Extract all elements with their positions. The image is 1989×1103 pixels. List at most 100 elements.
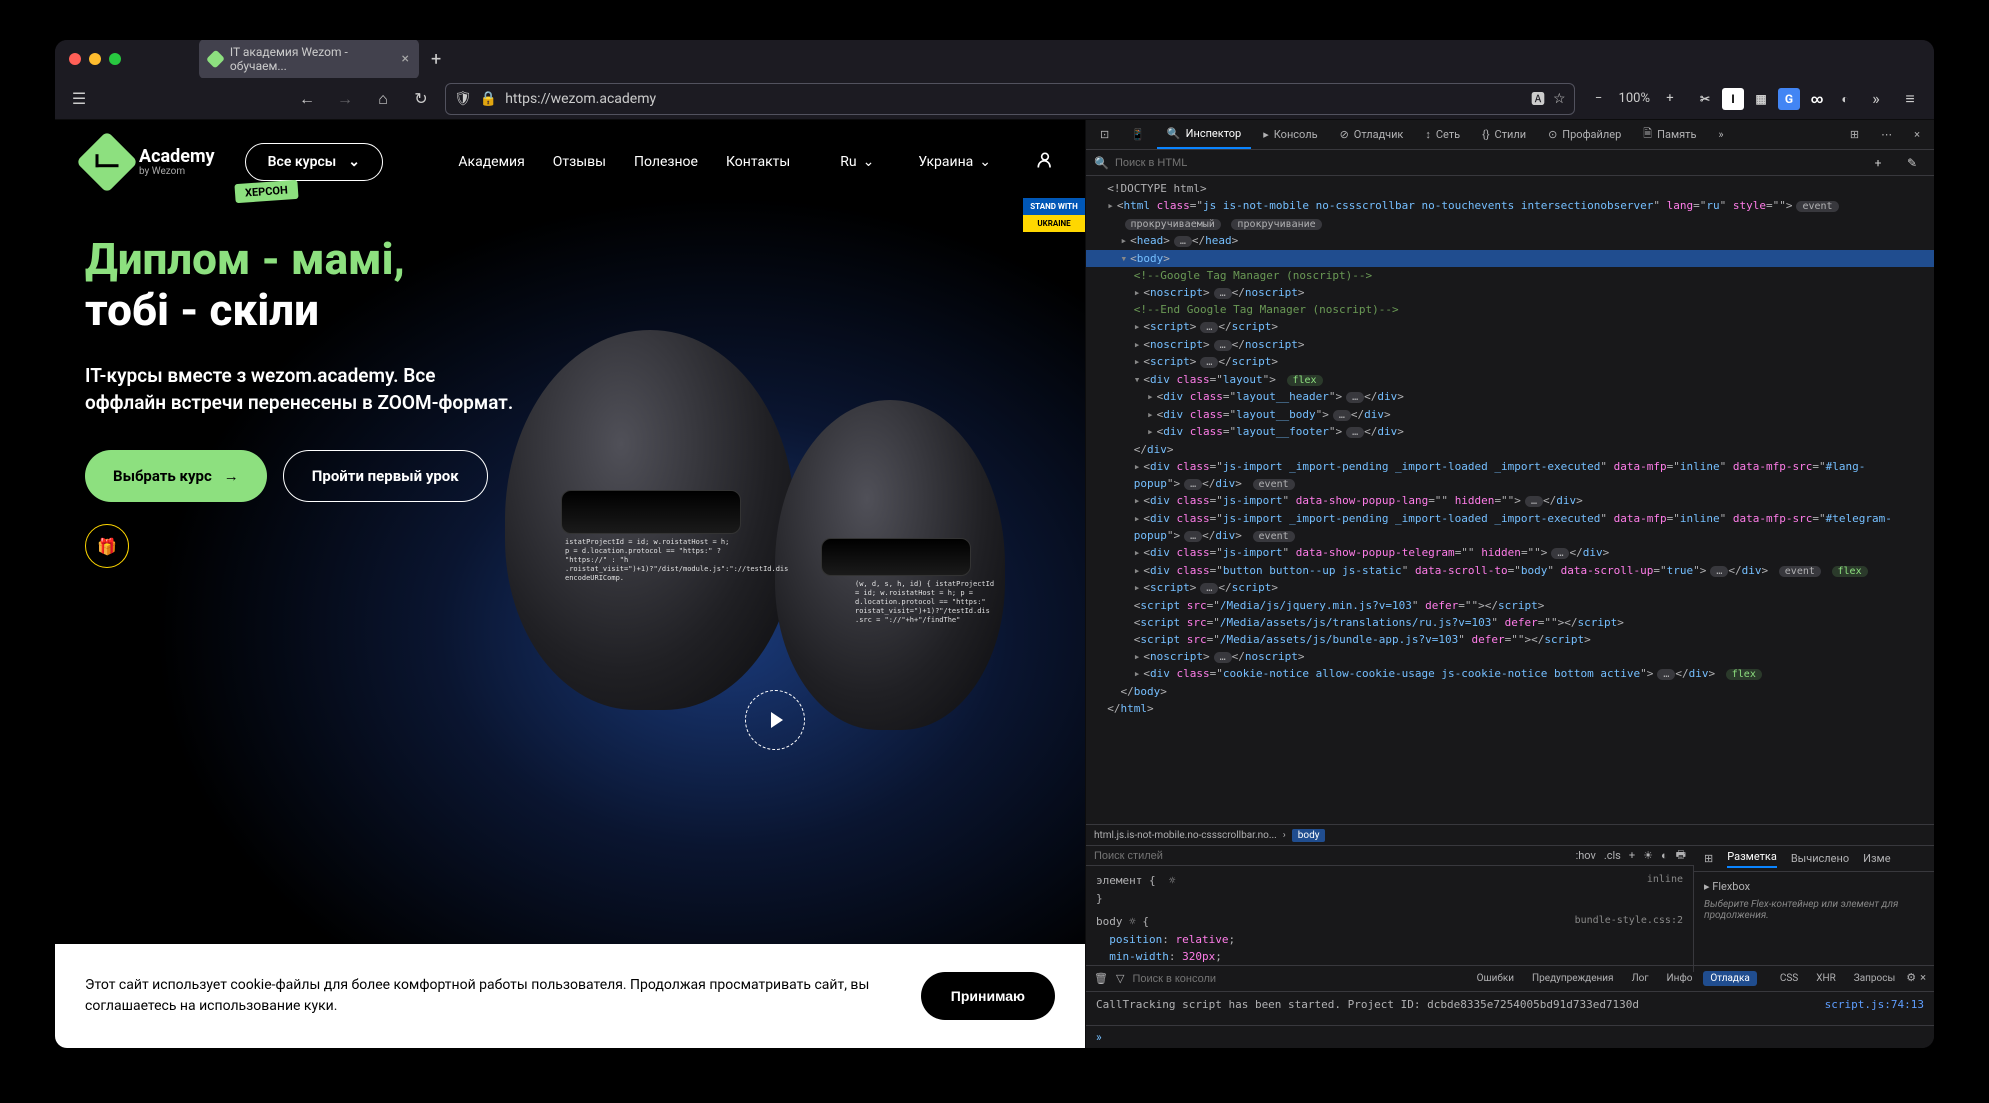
dom-node[interactable]: ▸<div class="layout__header">…</div>: [1086, 388, 1934, 406]
nav-link[interactable]: Академия: [458, 154, 524, 170]
styles-filter-input[interactable]: [1094, 850, 1568, 862]
play-video-button[interactable]: [745, 690, 805, 750]
close-split-console-button[interactable]: ×: [1920, 971, 1926, 986]
all-courses-button[interactable]: Все курсы ⌄: [245, 143, 383, 181]
dom-node[interactable]: ▾<div class="layout"> flex: [1086, 371, 1934, 389]
extension-icon[interactable]: I: [1722, 88, 1744, 110]
dom-node[interactable]: ▸<html class="js is-not-mobile no-cssscr…: [1086, 197, 1934, 215]
boxmodel-icon[interactable]: ⊞: [1704, 852, 1713, 865]
info-filter[interactable]: Инфо: [1660, 971, 1700, 986]
minimize-window-button[interactable]: [89, 53, 101, 65]
bookmark-icon[interactable]: ☆: [1553, 91, 1566, 107]
console-tab[interactable]: ▸ Консоль: [1253, 120, 1327, 149]
light-mode-icon[interactable]: ☀: [1643, 849, 1653, 862]
choose-course-button[interactable]: Выбрать курс →: [85, 450, 267, 502]
devtools-settings-button[interactable]: ⋯: [1871, 128, 1902, 141]
debugger-tab[interactable]: ⊘ Отладчик: [1330, 120, 1414, 149]
layout-tab[interactable]: Разметка: [1727, 850, 1777, 868]
breadcrumbs[interactable]: html.js.is-not-mobile.no-cssscrollbar.no…: [1086, 824, 1934, 846]
dom-node[interactable]: ▾<body>: [1086, 250, 1934, 267]
dark-mode-icon[interactable]: ◐: [1661, 849, 1668, 862]
nav-link[interactable]: Полезное: [634, 154, 698, 170]
console-prompt[interactable]: »: [1086, 1025, 1934, 1048]
extension-icon[interactable]: ∞: [1806, 88, 1828, 110]
gift-button[interactable]: 🎁: [85, 524, 129, 568]
dom-node[interactable]: ▸<div class="layout__footer">…</div>: [1086, 423, 1934, 441]
dom-node[interactable]: popup">…</div> event: [1086, 527, 1934, 545]
dom-node[interactable]: popup">…</div> event: [1086, 475, 1934, 493]
close-tab-button[interactable]: ×: [402, 51, 409, 67]
dom-node[interactable]: <script src="/Media/assets/js/bundle-app…: [1086, 631, 1934, 648]
eyedropper-button[interactable]: ✎: [1898, 149, 1926, 177]
profiler-tab[interactable]: ⊙ Профайлер: [1538, 120, 1631, 149]
responsive-mode-button[interactable]: 📱: [1121, 120, 1155, 149]
first-lesson-button[interactable]: Пройти первый урок: [283, 450, 488, 502]
console-settings-icon[interactable]: ⚙: [1906, 971, 1916, 986]
debug-filter[interactable]: Отладка: [1703, 971, 1756, 986]
dom-node[interactable]: </html>: [1086, 700, 1934, 717]
dom-node[interactable]: <script src="/Media/assets/js/translatio…: [1086, 614, 1934, 631]
print-icon[interactable]: 🖶: [1676, 846, 1686, 865]
dom-node[interactable]: ▸<div class="layout__body">…</div>: [1086, 406, 1934, 424]
network-tab[interactable]: ↕ Сеть: [1415, 120, 1470, 149]
console-source-link[interactable]: script.js:74:13: [1825, 998, 1924, 1011]
dom-tree[interactable]: <!DOCTYPE html> ▸<html class="js is-not-…: [1086, 176, 1934, 824]
translate-icon[interactable]: 🅰: [1531, 89, 1545, 109]
close-window-button[interactable]: [69, 53, 81, 65]
dom-node[interactable]: ▸<script>…</script>: [1086, 353, 1934, 371]
hov-toggle[interactable]: :hov: [1576, 849, 1596, 862]
console-search-input[interactable]: [1132, 973, 1252, 985]
flexbox-section-title[interactable]: ▸ Flexbox: [1704, 880, 1924, 893]
dom-node[interactable]: ▸<head>…</head>: [1086, 232, 1934, 250]
dom-node[interactable]: ▸<div class="js-import _import-pending _…: [1086, 458, 1934, 475]
changes-tab[interactable]: Изме: [1863, 852, 1890, 865]
cls-toggle[interactable]: .cls: [1604, 849, 1621, 862]
requests-filter[interactable]: Запросы: [1847, 971, 1902, 986]
add-node-button[interactable]: +: [1864, 149, 1892, 177]
dom-node[interactable]: ▸<div class="button button--up js-static…: [1086, 562, 1934, 580]
sidebar-toggle-button[interactable]: ☰: [65, 85, 93, 113]
dom-node[interactable]: ▸<noscript>…</noscript>: [1086, 284, 1934, 302]
filter-icon[interactable]: ▽: [1116, 972, 1124, 985]
css-rules[interactable]: элемент { ☼inline } body ☼ {bundle-style…: [1086, 866, 1694, 972]
trash-icon[interactable]: 🗑: [1094, 972, 1108, 985]
dom-node[interactable]: прокручиваемый прокручивание: [1086, 215, 1934, 233]
inspector-tab[interactable]: 🔍 Инспектор: [1157, 120, 1251, 149]
new-tab-button[interactable]: +: [431, 49, 441, 70]
extension-icon[interactable]: ▦: [1750, 88, 1772, 110]
dom-node[interactable]: ▸<div class="js-import" data-show-popup-…: [1086, 544, 1934, 562]
dom-node[interactable]: ▸<script>…</script>: [1086, 318, 1934, 336]
overflow-button[interactable]: »: [1862, 85, 1890, 113]
url-bar[interactable]: 🛡 🔒 https://wezom.academy 🅰 ☆: [445, 83, 1575, 115]
dom-node[interactable]: <script src="/Media/js/jquery.min.js?v=1…: [1086, 597, 1934, 614]
dom-node[interactable]: <!--End Google Tag Manager (noscript)-->: [1086, 301, 1934, 318]
zoom-in-button[interactable]: +: [1656, 85, 1684, 113]
nav-link[interactable]: Контакты: [726, 154, 790, 170]
computed-tab[interactable]: Вычислено: [1791, 852, 1849, 865]
css-filter[interactable]: CSS: [1773, 971, 1805, 986]
extension-icon[interactable]: ✂: [1694, 88, 1716, 110]
language-selector[interactable]: Ru ⌄: [840, 154, 874, 170]
log-filter[interactable]: Лог: [1625, 971, 1656, 986]
dom-node[interactable]: </body>: [1086, 683, 1934, 700]
forward-button[interactable]: →: [331, 85, 359, 113]
home-button[interactable]: ⌂: [369, 85, 397, 113]
memory-tab[interactable]: 🗎 Память: [1633, 120, 1706, 149]
errors-filter[interactable]: Ошибки: [1470, 971, 1521, 986]
add-rule-button[interactable]: +: [1629, 849, 1635, 862]
nav-link[interactable]: Отзывы: [553, 154, 606, 170]
browser-tab[interactable]: IT академия Wezom - обучаем... ×: [199, 40, 419, 79]
dom-node[interactable]: ▸<div class="js-import" data-show-popup-…: [1086, 492, 1934, 510]
maximize-window-button[interactable]: [109, 53, 121, 65]
menu-button[interactable]: ≡: [1896, 85, 1924, 113]
dom-node[interactable]: <!--Google Tag Manager (noscript)-->: [1086, 267, 1934, 284]
dom-node[interactable]: <!DOCTYPE html>: [1086, 180, 1934, 197]
dom-node[interactable]: ▸<div class="js-import _import-pending _…: [1086, 510, 1934, 527]
xhr-filter[interactable]: XHR: [1809, 971, 1843, 986]
user-icon[interactable]: [1035, 150, 1055, 174]
extension-icon[interactable]: ◐: [1834, 88, 1856, 110]
element-picker-button[interactable]: ⊡: [1090, 120, 1119, 149]
console-output[interactable]: CallTracking script has been started. Pr…: [1086, 992, 1934, 1025]
accept-cookies-button[interactable]: Принимаю: [921, 972, 1055, 1020]
zoom-out-button[interactable]: −: [1585, 85, 1613, 113]
